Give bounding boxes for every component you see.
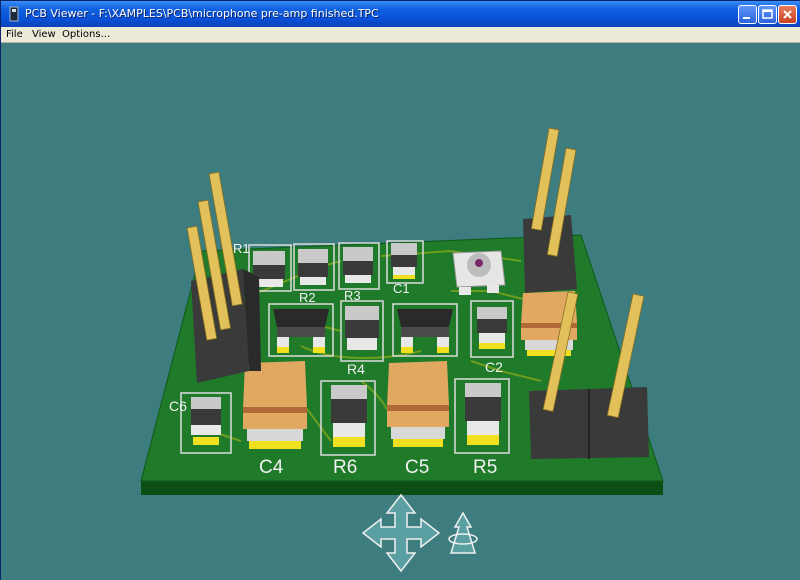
label-c4: C4 [259,457,284,478]
minimize-button[interactable] [738,5,757,24]
label-c2: C2 [485,359,503,375]
window-title: PCB Viewer - F:\XAMPLES\PCB\microphone p… [25,7,379,20]
c1-body [391,243,417,279]
label-r1: R1 [233,241,250,256]
label-c6: C6 [169,398,187,414]
menu-view[interactable]: View [32,29,56,40]
rotate-arrows-icon[interactable] [448,511,478,554]
maximize-icon [762,9,773,19]
pcb-viewer-window: PCB Viewer - F:\XAMPLES\PCB\microphone p… [0,0,800,580]
close-icon [783,10,792,19]
app-icon [9,6,19,22]
r6-body [331,385,367,447]
r4-body [345,306,379,350]
label-r5: R5 [473,457,497,478]
c2-body [477,307,507,349]
menu-options[interactable]: Options... [62,29,110,40]
c4-body [243,361,307,449]
c5-body [387,361,449,447]
label-r6: R6 [333,457,357,478]
r2-body [298,249,328,285]
minimize-icon [743,17,750,19]
maximize-button[interactable] [758,5,777,24]
3d-viewport[interactable]: R1 R2 R3 C1 R4 C2 C6 C4 R6 C5 R5 [1,43,800,580]
label-r2: R2 [299,290,316,305]
c6-body [191,397,221,445]
label-r3: R3 [344,288,361,303]
menu-bar: File View Options... [1,27,800,43]
title-bar[interactable]: PCB Viewer - F:\XAMPLES\PCB\microphone p… [1,1,800,27]
close-button[interactable] [778,5,797,24]
label-c5: C5 [405,457,429,478]
pan-arrows-icon[interactable] [361,493,441,573]
r3-body [343,247,373,283]
r5-body [465,383,501,445]
left-header [186,171,261,383]
label-r4: R4 [347,361,365,377]
menu-file[interactable]: File [6,29,23,40]
label-c1: C1 [393,281,410,296]
top-right-header [523,127,577,293]
